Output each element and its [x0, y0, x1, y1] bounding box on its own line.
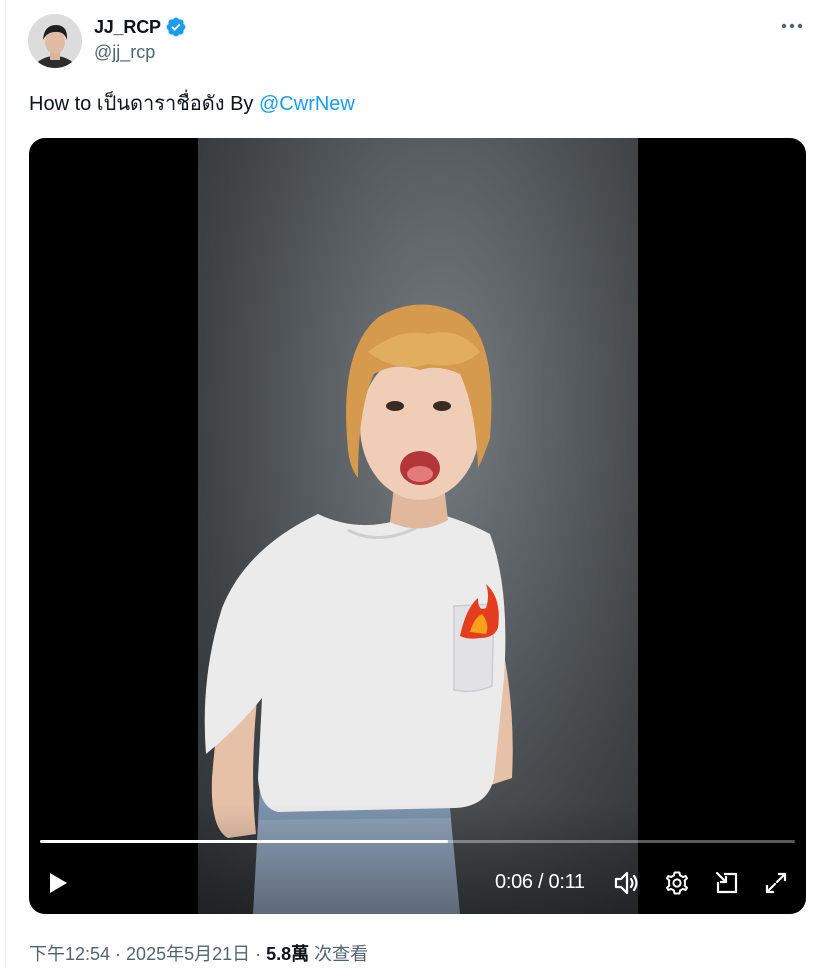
meta-separator: · — [250, 944, 267, 964]
tweet-date[interactable]: 2025年5月21日 — [126, 944, 250, 964]
display-name-row[interactable]: JJ_RCP — [94, 16, 187, 38]
fullscreen-icon — [765, 872, 787, 894]
volume-button[interactable] — [611, 868, 643, 898]
display-name[interactable]: JJ_RCP — [94, 17, 161, 38]
author-handle[interactable]: @jj_rcp — [94, 42, 187, 63]
more-icon — [781, 23, 803, 29]
meta-separator: · — [110, 944, 127, 964]
mention-link[interactable]: @CwrNew — [259, 93, 355, 115]
views-label: 次查看 — [309, 944, 369, 964]
time-separator: / — [532, 871, 549, 893]
video-player[interactable]: 0:06 / 0:11 — [29, 138, 806, 914]
tweet-time[interactable]: 下午12:54 — [29, 944, 110, 964]
avatar[interactable] — [28, 14, 82, 68]
settings-button[interactable] — [661, 868, 693, 898]
fullscreen-button[interactable] — [760, 868, 792, 898]
play-button[interactable] — [43, 868, 73, 898]
duration: 0:11 — [548, 871, 586, 893]
volume-icon — [614, 871, 638, 895]
video-still-image — [204, 304, 513, 914]
avatar-image — [28, 14, 82, 68]
views-count: 5.8萬 — [266, 944, 310, 964]
tweet-card: JJ_RCP @jj_rcp How to เป็นดาราชื่อดัง By… — [0, 0, 829, 968]
play-icon — [50, 873, 67, 893]
more-options-button[interactable] — [777, 14, 807, 38]
author-names: JJ_RCP @jj_rcp — [94, 16, 187, 63]
time-display: 0:06 / 0:11 — [495, 871, 585, 894]
verified-badge-icon[interactable] — [165, 16, 187, 38]
settings-icon — [666, 871, 688, 895]
timeline-divider — [5, 0, 6, 968]
video-frame[interactable] — [198, 138, 638, 914]
tweet-meta: 下午12:54 · 2025年5月21日 · 5.8萬 次查看 — [29, 940, 368, 966]
pip-icon — [715, 871, 738, 894]
tweet-text-body: How to เป็นดาราชื่อดัง By — [29, 93, 259, 115]
progress-bar-fill — [40, 840, 448, 843]
progress-bar[interactable] — [40, 840, 795, 843]
tweet-text: How to เป็นดาราชื่อดัง By @CwrNew — [29, 90, 355, 118]
picture-in-picture-button[interactable] — [711, 868, 743, 898]
current-time: 0:06 — [495, 871, 533, 893]
tweet-header: JJ_RCP @jj_rcp — [28, 12, 813, 72]
